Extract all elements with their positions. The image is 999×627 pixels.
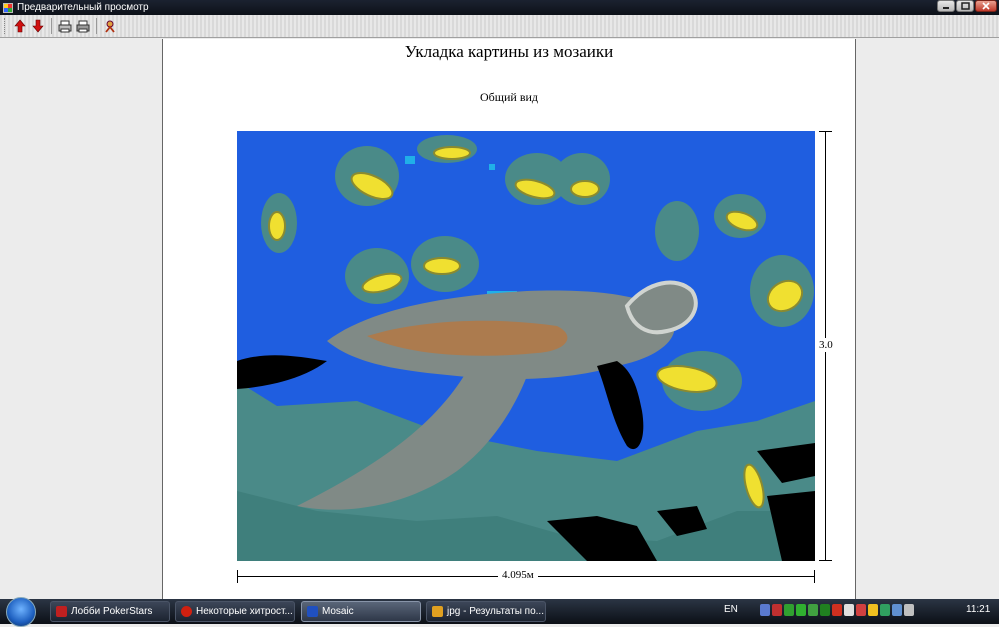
pokerstars-icon xyxy=(56,606,67,617)
preview-area: Укладка картины из мозаики Общий вид 4.0… xyxy=(0,39,999,599)
width-dimension-tick xyxy=(237,570,238,583)
document-subtitle: Общий вид xyxy=(479,90,539,104)
tray-icon[interactable] xyxy=(784,604,794,616)
tray-icon[interactable] xyxy=(772,604,782,616)
print-button[interactable] xyxy=(74,17,92,35)
maximize-button[interactable] xyxy=(956,0,974,12)
taskbar-item-label: Mosaic xyxy=(322,606,354,617)
taskbar: Лобби PokerStars Некоторые хитрост... Mo… xyxy=(0,597,999,627)
network-icon[interactable] xyxy=(892,604,902,616)
minimize-button[interactable] xyxy=(937,0,955,12)
taskbar-item-label: Лобби PokerStars xyxy=(71,606,153,617)
tray-icon[interactable] xyxy=(808,604,818,616)
clock[interactable]: 11:21 xyxy=(966,604,990,615)
arrow-up-icon xyxy=(14,19,26,33)
volume-icon[interactable] xyxy=(904,604,914,616)
tray-icon[interactable] xyxy=(820,604,830,616)
height-dimension-tick xyxy=(819,131,832,132)
window-controls xyxy=(937,0,997,12)
arrow-down-icon xyxy=(32,19,44,33)
window-title: Предварительный просмотр xyxy=(17,2,149,13)
mosaic-app-icon xyxy=(307,606,318,617)
tray-icon[interactable] xyxy=(856,604,866,616)
taskbar-item-mosaic[interactable]: Mosaic xyxy=(301,601,421,622)
print-preview-icon xyxy=(58,20,72,32)
width-dimension-tick xyxy=(814,570,815,583)
folder-icon xyxy=(432,606,443,617)
print-setup-button[interactable] xyxy=(56,17,74,35)
window-titlebar: Предварительный просмотр xyxy=(0,0,999,15)
close-button[interactable] xyxy=(975,0,997,12)
maximize-icon xyxy=(960,2,970,10)
toolbar xyxy=(0,15,999,38)
close-icon xyxy=(982,2,990,10)
taskbar-item-label: Некоторые хитрост... xyxy=(196,606,293,617)
system-tray xyxy=(760,604,914,616)
minimize-icon xyxy=(943,7,949,9)
mosaic-image xyxy=(237,131,815,561)
tray-icon[interactable] xyxy=(844,604,854,616)
next-page-button[interactable] xyxy=(29,17,47,35)
document-title: Укладка картины из мозаики xyxy=(404,42,614,61)
tray-icon[interactable] xyxy=(760,604,770,616)
language-indicator[interactable]: EN xyxy=(724,604,738,615)
tray-icon[interactable] xyxy=(868,604,878,616)
height-dimension-tick xyxy=(819,560,832,561)
width-dimension-label: 4.095м xyxy=(498,569,538,581)
tray-icon[interactable] xyxy=(880,604,890,616)
exit-preview-button[interactable] xyxy=(101,17,119,35)
tray-icon[interactable] xyxy=(796,604,806,616)
preview-page: Укладка картины из мозаики Общий вид 4.0… xyxy=(162,39,856,599)
previous-page-button[interactable] xyxy=(11,17,29,35)
taskbar-item-label: jpg - Результаты по... xyxy=(447,606,544,617)
toolbar-separator xyxy=(96,18,97,34)
toolbar-separator xyxy=(51,18,52,34)
exit-icon xyxy=(105,20,115,33)
toolbar-grip[interactable] xyxy=(4,18,7,34)
tray-icon[interactable] xyxy=(832,604,842,616)
taskbar-item-pokerstars[interactable]: Лобби PokerStars xyxy=(50,601,170,622)
printer-icon xyxy=(76,20,90,32)
opera-icon xyxy=(181,606,192,617)
app-icon xyxy=(3,2,13,13)
height-dimension-label: 3.0 xyxy=(819,338,833,352)
taskbar-item-opera[interactable]: Некоторые хитрост... xyxy=(175,601,295,622)
start-button[interactable] xyxy=(6,597,36,627)
taskbar-item-jpg-search[interactable]: jpg - Результаты по... xyxy=(426,601,546,622)
